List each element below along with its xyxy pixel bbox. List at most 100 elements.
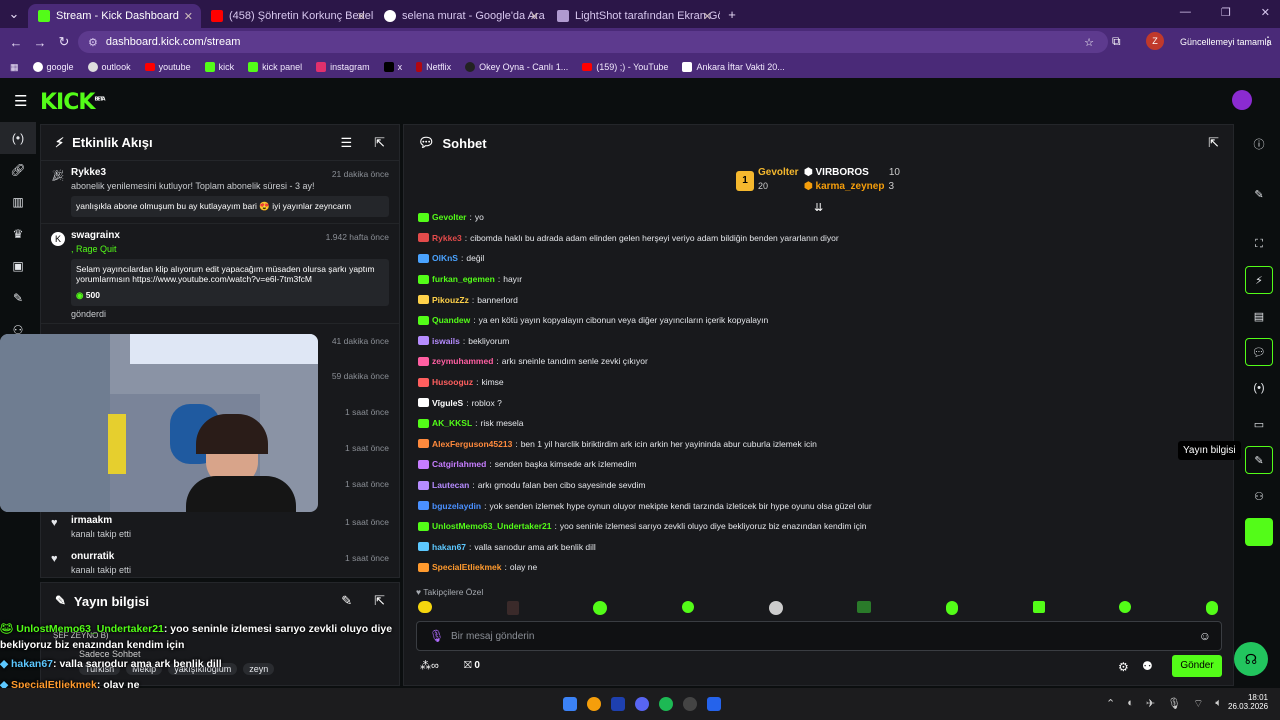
emote-icon[interactable] (418, 601, 432, 613)
supporter-name[interactable]: karma_zeynep (816, 181, 885, 192)
chat-username[interactable]: Husooguz (432, 377, 473, 387)
crop-icon[interactable]: ⛶ (1245, 230, 1273, 258)
close-tab-icon[interactable]: ✕ (530, 10, 539, 23)
emote-icon[interactable] (857, 601, 872, 613)
obs-icon[interactable] (683, 697, 697, 711)
new-tab-icon[interactable]: + (720, 7, 744, 22)
popout-icon[interactable]: ⇱ (374, 135, 385, 151)
stream-broadcast-icon[interactable]: (•) (0, 122, 36, 154)
kick-logo[interactable]: KICKBETA (40, 90, 106, 115)
chat-input[interactable]: 🎙︎ Bir mesaj gönderin ☺ (416, 621, 1222, 651)
chat-username[interactable]: hakan67 (432, 542, 466, 552)
activity-toggle-icon[interactable]: ⚡︎ (1245, 266, 1273, 294)
extensions-icon[interactable]: ⧉ (1112, 34, 1121, 49)
chat-settings-icon[interactable]: ⚙ (1118, 660, 1129, 674)
bookmark-google[interactable]: google (32, 62, 74, 72)
event-username[interactable]: onurratik (71, 551, 389, 562)
video-library-icon[interactable]: ▣ (0, 250, 36, 282)
bookmark-okey[interactable]: Okey Oyna - Canlı 1... (465, 62, 568, 72)
steam-icon[interactable] (611, 697, 625, 711)
tab-kick-dashboard[interactable]: Stream - Kick Dashboard ✕ (28, 4, 201, 28)
chat-username[interactable]: Gevolter (432, 212, 467, 222)
emote-icon[interactable] (1119, 601, 1132, 613)
chat-username[interactable]: Quandew (432, 315, 470, 325)
bookmark-netflix[interactable]: Netflix (416, 62, 451, 72)
close-window-icon[interactable]: ✕ (1261, 6, 1270, 19)
maximize-icon[interactable]: ❐ (1221, 6, 1231, 19)
bookmark-youtube[interactable]: youtube (144, 62, 191, 72)
tab-lightshot[interactable]: LightShot tarafından Ekran Gör ✕ (547, 4, 720, 28)
tab-search-icon[interactable]: ⌄ (0, 6, 28, 22)
spotify-icon[interactable] (659, 697, 673, 711)
chevron-up-icon[interactable]: ⌃ (1106, 697, 1115, 711)
back-icon[interactable]: ← (4, 35, 28, 50)
start-icon[interactable] (563, 697, 577, 711)
mic-icon[interactable]: 🎙︎ (429, 629, 444, 643)
tab-google[interactable]: selena murat - Google'da Ara ✕ (374, 4, 547, 28)
tray-app-icon[interactable]: ◐ (1127, 697, 1134, 711)
supporter-name[interactable]: Gevolter (758, 167, 799, 178)
chat-username[interactable]: AlexFerguson45213 (432, 439, 512, 449)
chat-users-icon[interactable]: ⚉ (1142, 659, 1153, 673)
url-field[interactable]: ⚙ dashboard.kick.com/stream ☆ (78, 31, 1108, 53)
chat-username[interactable]: SpecialEtliekmek (432, 562, 501, 572)
emote-icon[interactable] (1205, 601, 1218, 615)
chat-username[interactable]: zeymuhammed (432, 356, 493, 366)
apps-grid-icon[interactable]: ▦ (10, 62, 19, 73)
link-icon[interactable]: 🔗︎ (0, 154, 36, 186)
app-icon[interactable] (1245, 518, 1273, 546)
stream-info-toggle-icon[interactable]: ✎ (1245, 446, 1273, 474)
chat-username[interactable]: Rykke3 (432, 233, 462, 243)
browser-menu-icon[interactable]: ⋮ (1262, 34, 1274, 48)
emote-icon[interactable] (768, 601, 783, 615)
clock[interactable]: 18:01 26.03.2026 (1228, 693, 1268, 711)
chat-username[interactable]: UnlostMemo63_Undertaker21 (432, 521, 552, 531)
bookmark-iftar[interactable]: Ankara İftar Vakti 20... (682, 62, 785, 72)
emote-icon[interactable] (1032, 601, 1045, 613)
community-icon[interactable]: ⚇ (1245, 482, 1273, 510)
notes-icon[interactable]: ▤ (1245, 302, 1273, 330)
chat-username[interactable]: bguzelaydin (432, 501, 481, 511)
bookmark-outlook[interactable]: outlook (87, 62, 131, 72)
close-tab-icon[interactable]: ✕ (184, 10, 193, 23)
mic-icon[interactable]: 🎙︎ (1167, 697, 1181, 711)
edit-icon[interactable]: ✎ (341, 593, 352, 609)
chat-username[interactable]: furkan_egemen (432, 274, 495, 284)
emote-icon[interactable] (506, 601, 519, 615)
bookmark-x[interactable]: x (383, 62, 402, 72)
info-icon[interactable]: ⓘ (1245, 130, 1273, 158)
emote-icon[interactable] (593, 601, 608, 615)
popout-icon[interactable]: ⇱ (374, 593, 385, 609)
close-tab-icon[interactable]: ✕ (357, 10, 366, 23)
chat-username[interactable]: Catgirlahmed (432, 459, 486, 469)
chat-username[interactable]: AK_KKSL (432, 418, 472, 428)
trophy-icon[interactable]: ♛ (0, 218, 36, 250)
channel-points-icon[interactable]: ⁂∞ (420, 659, 439, 672)
forward-icon[interactable]: → (28, 35, 52, 50)
mod-tools-icon[interactable]: ▭ (1245, 410, 1273, 438)
chat-username[interactable]: PikouzZz (432, 295, 469, 305)
volume-icon[interactable]: 🔈︎ (1215, 697, 1222, 711)
popout-icon[interactable]: ⇱ (1208, 135, 1219, 151)
app-icon[interactable] (707, 697, 721, 711)
supporter-name[interactable]: VIRBOROS (816, 167, 869, 178)
minimize-icon[interactable]: — (1180, 6, 1191, 19)
hamburger-menu-icon[interactable]: ☰ (14, 92, 27, 110)
filter-icon[interactable]: ☰ (340, 135, 352, 151)
send-button[interactable]: Gönder (1172, 655, 1222, 677)
support-headset-icon[interactable]: ☊ (1234, 642, 1268, 676)
wifi-icon[interactable]: ⌔ (1193, 697, 1203, 711)
emoji-icon[interactable]: ☺ (1199, 629, 1211, 643)
bookmark-instagram[interactable]: instagram (316, 62, 370, 72)
chrome-icon[interactable] (587, 697, 601, 711)
bookmark-youtube-2[interactable]: (159) ;) - YouTube (582, 62, 668, 72)
wrench-icon[interactable]: ✎ (0, 282, 36, 314)
analytics-icon[interactable]: ▥ (0, 186, 36, 218)
emote-icon[interactable] (945, 601, 958, 615)
user-avatar[interactable] (1232, 90, 1252, 110)
close-tab-icon[interactable]: ✕ (703, 10, 712, 23)
reload-icon[interactable]: ↻ (52, 34, 76, 50)
broadcast-icon[interactable]: (•) (1245, 374, 1273, 402)
chat-username[interactable]: OlKnS (432, 253, 458, 263)
site-info-icon[interactable]: ⚙ (88, 36, 98, 49)
